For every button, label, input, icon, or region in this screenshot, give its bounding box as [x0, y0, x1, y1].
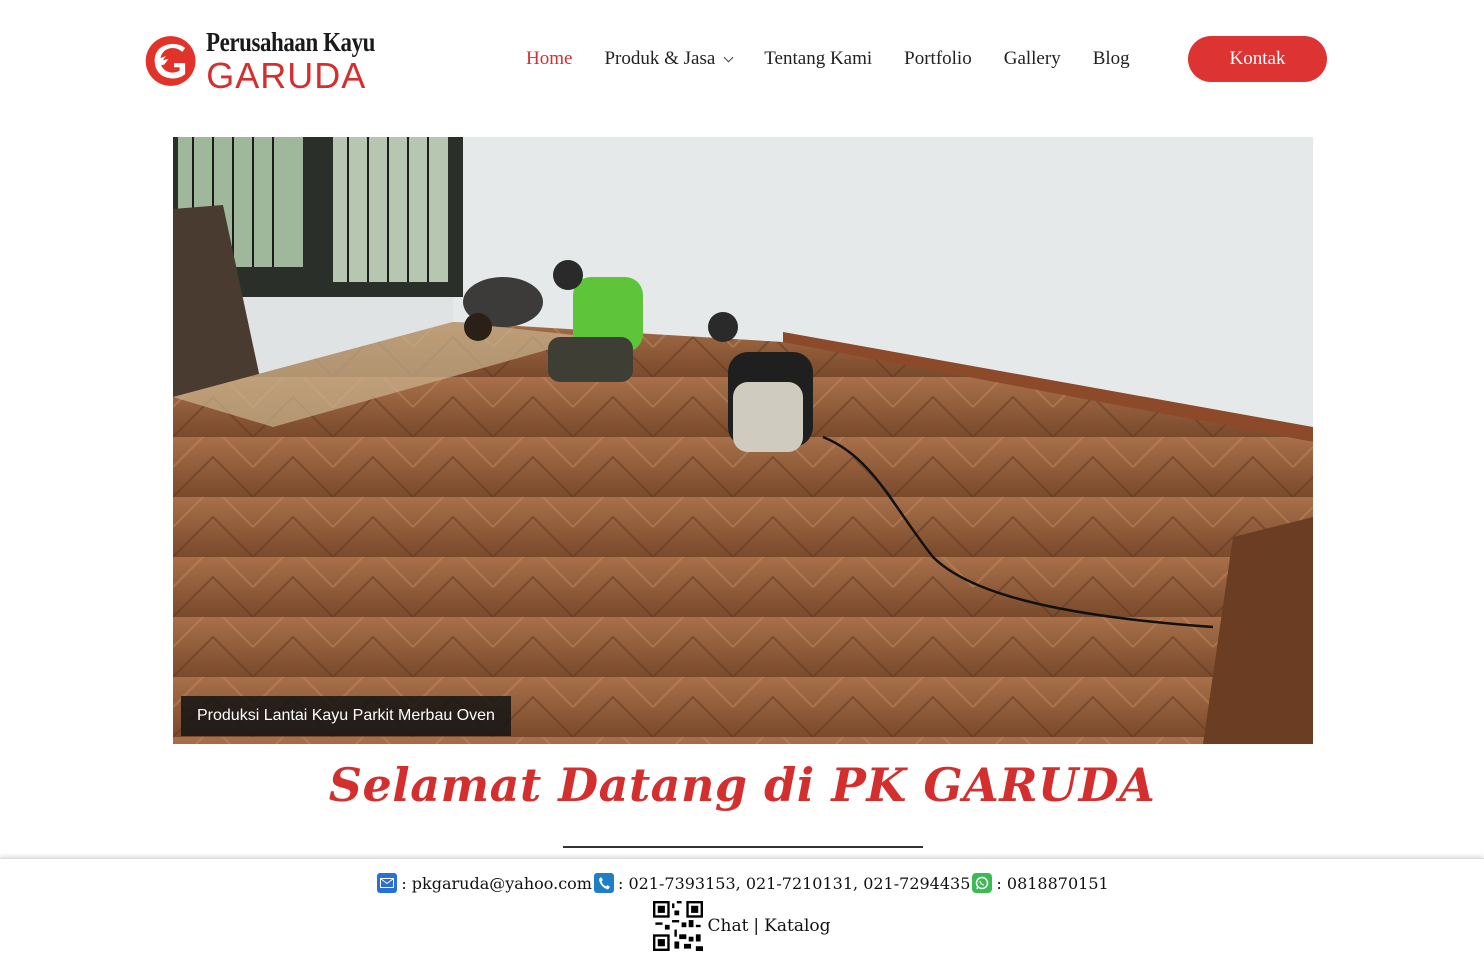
contact-line: : pkgaruda@yahoo.com : 021-7393153, 021-… — [0, 873, 1484, 893]
nav-produk-jasa-label: Produk & Jasa — [604, 48, 716, 69]
whatsapp-icon — [972, 873, 993, 893]
welcome-heading: Selamat Datang di PK GARUDA — [328, 758, 1156, 812]
chevron-down-icon — [723, 52, 734, 62]
nav-gallery[interactable]: Gallery — [1004, 48, 1061, 70]
whatsapp-number[interactable]: : 0818870151 — [996, 874, 1108, 893]
link-separator: | — [753, 916, 760, 936]
hero-image — [173, 137, 1313, 744]
contact-button[interactable]: Kontak — [1188, 36, 1327, 82]
chat-link[interactable]: Chat — [707, 916, 748, 936]
qr-code-icon[interactable] — [653, 901, 704, 951]
nav-home[interactable]: Home — [526, 48, 572, 70]
heading-divider — [563, 846, 923, 848]
catalog-link[interactable]: Katalog — [764, 916, 830, 936]
main-nav: Home Produk & Jasa Tentang Kami Portfoli… — [510, 36, 1146, 82]
nav-blog[interactable]: Blog — [1093, 48, 1130, 70]
email-link[interactable]: : pkgaruda@yahoo.com — [401, 874, 592, 893]
hero-caption: Produksi Lantai Kayu Parkit Merbau Oven — [181, 696, 511, 736]
nav-produk-jasa[interactable]: Produk & Jasa — [604, 48, 734, 70]
brand-line1: Perusahaan Kayu — [206, 26, 376, 57]
phone-numbers[interactable]: : 021-7393153, 021-7210131, 021-7294435 — [618, 874, 970, 893]
nav-portfolio[interactable]: Portfolio — [904, 48, 972, 70]
garuda-logo-icon — [145, 36, 196, 86]
brand-line2: GARUDA — [206, 54, 367, 96]
phone-icon — [593, 873, 614, 893]
email-icon — [377, 873, 398, 893]
contact-bar: : pkgaruda@yahoo.com : 021-7393153, 021-… — [0, 858, 1484, 953]
chat-catalog-line: Chat | Katalog — [0, 901, 1484, 951]
nav-tentang-kami[interactable]: Tentang Kami — [764, 48, 872, 70]
site-logo[interactable]: Perusahaan Kayu GARUDA — [145, 18, 405, 104]
hero-slider: Produksi Lantai Kayu Parkit Merbau Oven — [173, 137, 1313, 744]
site-header: Perusahaan Kayu GARUDA Home Produk & Jas… — [0, 0, 1484, 120]
